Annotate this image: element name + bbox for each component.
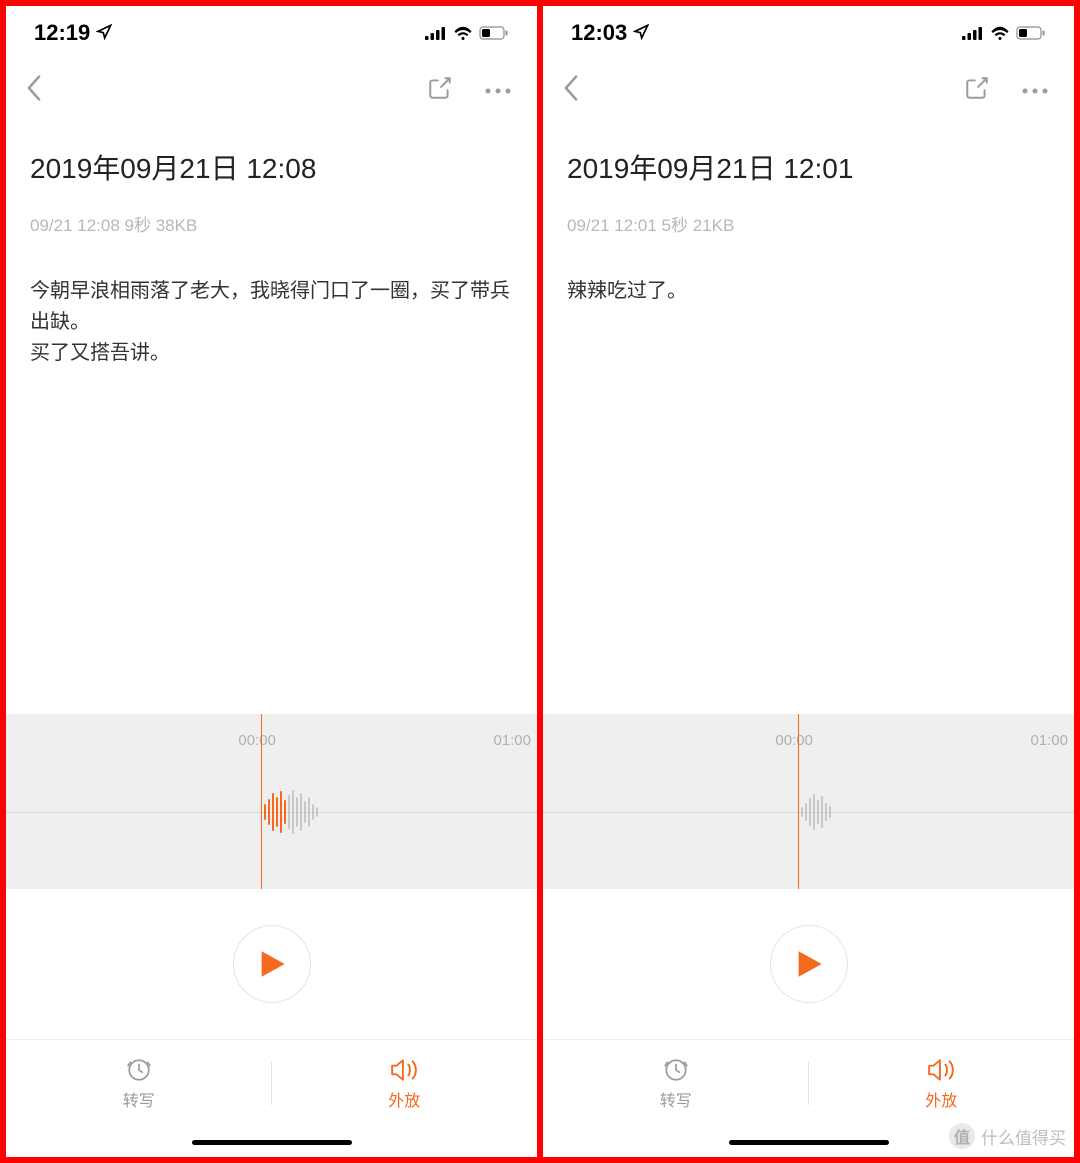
wifi-icon: [990, 20, 1010, 46]
timeline-end: 01:00: [1030, 732, 1068, 749]
screen-right: 12:03: [543, 6, 1074, 1157]
speaker-label: 外放: [925, 1087, 957, 1111]
status-bar: 12:03: [543, 6, 1074, 56]
home-indicator[interactable]: [543, 1127, 1074, 1157]
timeline-start: 00:00: [238, 732, 276, 749]
play-button[interactable]: [770, 925, 848, 1003]
play-button[interactable]: [233, 925, 311, 1003]
recording-title: 2019年09月21日 12:01: [567, 147, 1050, 187]
recording-meta: 09/21 12:01 5秒 21KB: [567, 211, 1050, 236]
cellular-icon: [962, 20, 984, 46]
back-icon[interactable]: [26, 74, 42, 107]
bottom-toolbar: 转写 外放: [543, 1039, 1074, 1127]
status-time: 12:03: [571, 20, 627, 46]
transcript-text: 辣辣吃过了。: [543, 276, 1074, 714]
battery-icon: [1016, 20, 1046, 46]
wifi-icon: [453, 20, 473, 46]
more-icon[interactable]: [483, 82, 513, 100]
nav-bar: [543, 56, 1074, 125]
waveform-bars: [798, 794, 831, 830]
speaker-icon: [927, 1057, 955, 1083]
share-icon[interactable]: [427, 75, 453, 106]
battery-icon: [479, 20, 509, 46]
waveform-area[interactable]: 00:00 01:00: [6, 714, 537, 889]
recording-meta: 09/21 12:08 9秒 38KB: [30, 211, 513, 236]
cellular-icon: [425, 20, 447, 46]
home-indicator[interactable]: [6, 1127, 537, 1157]
transcribe-icon: [126, 1057, 152, 1083]
timeline-end: 01:00: [493, 732, 531, 749]
transcribe-button[interactable]: 转写: [6, 1040, 272, 1127]
waveform-area[interactable]: 00:00 01:00: [543, 714, 1074, 889]
transcribe-label: 转写: [660, 1087, 692, 1111]
transcribe-icon: [663, 1057, 689, 1083]
status-bar: 12:19: [6, 6, 537, 56]
play-icon: [795, 949, 823, 979]
waveform-bars: [261, 790, 318, 834]
speaker-label: 外放: [388, 1087, 420, 1111]
location-icon: [96, 20, 112, 46]
share-icon[interactable]: [964, 75, 990, 106]
status-time: 12:19: [34, 20, 90, 46]
speaker-button[interactable]: 外放: [809, 1040, 1075, 1127]
transcript-text: 今朝早浪相雨落了老大，我晓得门口了一圈，买了带兵出缺。 买了又搭吾讲。: [6, 276, 537, 714]
transcribe-button[interactable]: 转写: [543, 1040, 809, 1127]
transcribe-label: 转写: [123, 1087, 155, 1111]
speaker-icon: [390, 1057, 418, 1083]
back-icon[interactable]: [563, 74, 579, 107]
bottom-toolbar: 转写 外放: [6, 1039, 537, 1127]
location-icon: [633, 20, 649, 46]
recording-title: 2019年09月21日 12:08: [30, 147, 513, 187]
timeline-start: 00:00: [775, 732, 813, 749]
nav-bar: [6, 56, 537, 125]
speaker-button[interactable]: 外放: [272, 1040, 538, 1127]
more-icon[interactable]: [1020, 82, 1050, 100]
play-icon: [258, 949, 286, 979]
screen-left: 12:19: [6, 6, 537, 1157]
